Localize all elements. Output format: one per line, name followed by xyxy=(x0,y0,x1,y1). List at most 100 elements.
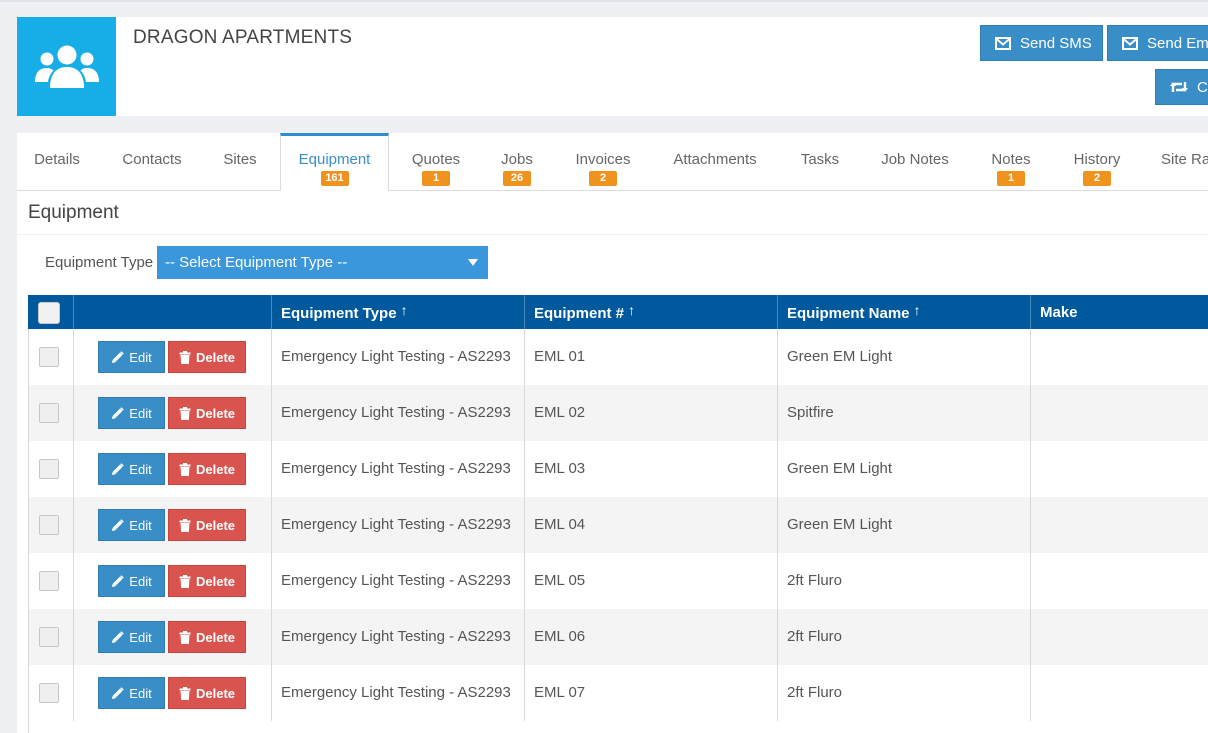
convert-label: Cr xyxy=(1197,78,1208,96)
equipment-type-cell: Emergency Light Testing - AS2293 xyxy=(271,441,524,497)
delete-button[interactable]: Delete xyxy=(168,565,246,597)
table-row: Edit Delete Emergency Light Testing - AS22… xyxy=(28,665,1208,721)
tab-site-ra[interactable]: Site Ra xyxy=(1152,133,1208,190)
equipment-number-header[interactable]: Equipment # ↑ xyxy=(524,295,777,329)
tab-job-notes[interactable]: Job Notes xyxy=(870,133,960,190)
edit-button[interactable]: Edit xyxy=(98,621,165,653)
equipment-number-cell: EML 06 xyxy=(524,609,777,665)
actions-cell: Edit Delete xyxy=(73,385,271,441)
select-all-checkbox[interactable] xyxy=(38,302,60,324)
tab-label: Tasks xyxy=(800,151,840,168)
delete-button[interactable]: Delete xyxy=(168,341,246,373)
header-label: Equipment Type xyxy=(281,305,397,322)
trash-icon xyxy=(179,518,191,532)
tab-bar: Details Contacts Sites Equipment 161 Quo… xyxy=(17,133,1208,191)
caret-down-icon xyxy=(468,259,478,266)
delete-button[interactable]: Delete xyxy=(168,453,246,485)
tab-label: Equipment xyxy=(298,151,371,168)
trash-icon xyxy=(179,630,191,644)
row-checkbox[interactable] xyxy=(39,683,59,703)
edit-label: Edit xyxy=(129,685,152,701)
equipment-type-cell: Emergency Light Testing - AS2293 xyxy=(271,497,524,553)
top-divider xyxy=(0,0,1208,2)
row-checkbox[interactable] xyxy=(39,403,59,423)
equipment-name-cell: Green EM Light xyxy=(777,329,1030,385)
table-row: Edit Delete Emergency Light Testing - AS22… xyxy=(28,329,1208,385)
delete-label: Delete xyxy=(195,685,236,701)
make-header[interactable]: Make xyxy=(1030,295,1208,329)
actions-column-header xyxy=(73,295,271,329)
tab-quotes[interactable]: Quotes 1 xyxy=(397,133,475,190)
actions-cell: Edit Delete xyxy=(73,553,271,609)
delete-button[interactable]: Delete xyxy=(168,677,246,709)
tab-label: Invoices xyxy=(575,151,631,168)
equipment-type-cell: Emergency Light Testing - AS2293 xyxy=(271,609,524,665)
tab-details[interactable]: Details xyxy=(17,133,97,190)
make-cell xyxy=(1030,329,1208,385)
edit-button[interactable]: Edit xyxy=(98,565,165,597)
actions-cell: Edit Delete xyxy=(73,441,271,497)
tab-label: Attachments xyxy=(673,151,757,168)
sort-arrow-icon: ↑ xyxy=(628,302,636,318)
edit-button[interactable]: Edit xyxy=(98,453,165,485)
customer-header: DRAGON APARTMENTS Send SMS Send Ema Cr xyxy=(17,17,1208,116)
actions-cell: Edit Delete xyxy=(73,497,271,553)
tab-attachments[interactable]: Attachments xyxy=(663,133,767,190)
count-badge: 26 xyxy=(503,171,531,186)
row-checkbox[interactable] xyxy=(39,459,59,479)
pencil-icon xyxy=(112,686,125,699)
edit-label: Edit xyxy=(129,517,152,533)
make-cell xyxy=(1030,609,1208,665)
actions-cell: Edit Delete xyxy=(73,329,271,385)
count-badge: 2 xyxy=(589,171,617,186)
edit-button[interactable]: Edit xyxy=(98,677,165,709)
actions-cell: Edit Delete xyxy=(73,609,271,665)
delete-button[interactable]: Delete xyxy=(168,397,246,429)
equipment-name-header[interactable]: Equipment Name ↑ xyxy=(777,295,1030,329)
tab-notes[interactable]: Notes 1 xyxy=(980,133,1042,190)
row-checkbox[interactable] xyxy=(39,347,59,367)
tab-contacts[interactable]: Contacts xyxy=(106,133,198,190)
table-row: Edit Delete Emergency Light Testing - AS22… xyxy=(28,553,1208,609)
tab-tasks[interactable]: Tasks xyxy=(788,133,852,190)
send-sms-button[interactable]: Send SMS xyxy=(980,25,1103,61)
tab-history[interactable]: History 2 xyxy=(1062,133,1132,190)
envelope-icon xyxy=(1122,36,1138,50)
edit-button[interactable]: Edit xyxy=(98,509,165,541)
count-badge: 1 xyxy=(997,171,1025,186)
equipment-name-cell: 2ft Fluro xyxy=(777,609,1030,665)
convert-button[interactable]: Cr xyxy=(1155,69,1208,105)
equipment-type-header[interactable]: Equipment Type ↑ xyxy=(271,295,524,329)
row-checkbox[interactable] xyxy=(39,515,59,535)
tab-label: Details xyxy=(34,151,80,168)
table-left-border xyxy=(28,329,29,733)
equipment-number-cell: EML 04 xyxy=(524,497,777,553)
edit-button[interactable]: Edit xyxy=(98,397,165,429)
trash-icon xyxy=(179,406,191,420)
trash-icon xyxy=(179,686,191,700)
tab-label: Site Ra xyxy=(1161,151,1208,168)
count-badge: 161 xyxy=(320,171,349,186)
row-checkbox[interactable] xyxy=(39,571,59,591)
equipment-number-cell: EML 01 xyxy=(524,329,777,385)
send-email-button[interactable]: Send Ema xyxy=(1107,25,1208,61)
equipment-type-cell: Emergency Light Testing - AS2293 xyxy=(271,329,524,385)
row-checkbox[interactable] xyxy=(39,627,59,647)
header-label: Equipment # xyxy=(534,305,625,322)
equipment-number-cell: EML 02 xyxy=(524,385,777,441)
tab-equipment[interactable]: Equipment 161 xyxy=(280,133,389,191)
delete-label: Delete xyxy=(195,461,236,477)
make-cell xyxy=(1030,385,1208,441)
delete-label: Delete xyxy=(195,349,236,365)
delete-button[interactable]: Delete xyxy=(168,621,246,653)
edit-button[interactable]: Edit xyxy=(98,341,165,373)
tab-invoices[interactable]: Invoices 2 xyxy=(563,133,643,190)
actions-cell: Edit Delete xyxy=(73,665,271,721)
tab-jobs[interactable]: Jobs 26 xyxy=(483,133,551,190)
equipment-type-select[interactable]: -- Select Equipment Type -- xyxy=(157,246,488,279)
delete-button[interactable]: Delete xyxy=(168,509,246,541)
table-row: Edit Delete Emergency Light Testing - AS22… xyxy=(28,497,1208,553)
send-email-label: Send Ema xyxy=(1147,34,1208,52)
tab-sites[interactable]: Sites xyxy=(207,133,273,190)
equipment-type-cell: Emergency Light Testing - AS2293 xyxy=(271,553,524,609)
